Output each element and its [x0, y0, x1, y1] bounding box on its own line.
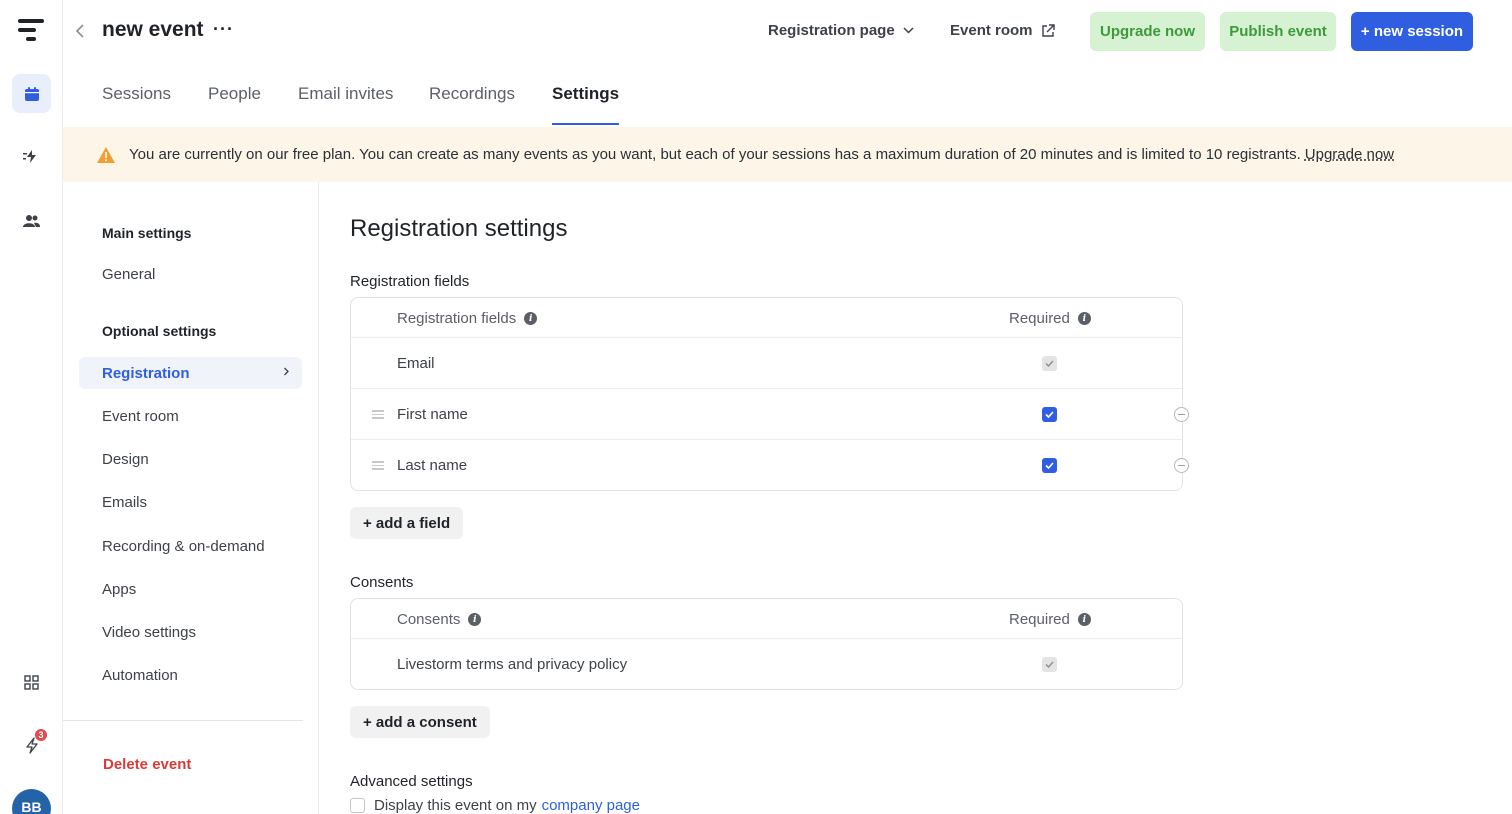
event-room-label: Event room: [950, 22, 1033, 39]
sidenav-item-recording[interactable]: Recording & on-demand: [79, 530, 302, 562]
company-page-checkbox[interactable]: [350, 798, 365, 813]
table-row: First name: [351, 388, 1189, 439]
registration-fields-table: Registration fields i Required i Email F…: [350, 297, 1189, 491]
bolt-list-icon[interactable]: [12, 137, 51, 176]
banner-text: You are currently on our free plan. You …: [129, 146, 1301, 163]
field-name: First name: [397, 406, 468, 423]
back-chevron-icon[interactable]: [75, 20, 91, 42]
more-options-button[interactable]: ···: [213, 19, 234, 40]
tab-recordings[interactable]: Recordings: [429, 84, 515, 104]
notification-count-badge: 3: [34, 728, 48, 742]
add-field-button[interactable]: + add a field: [350, 507, 464, 539]
registration-settings-panel: Registration settings Registration field…: [319, 182, 1512, 814]
required-checkbox-disabled: [1042, 356, 1057, 371]
event-title: new event: [102, 18, 204, 41]
company-page-link[interactable]: company page: [542, 797, 640, 814]
tab-sessions[interactable]: Sessions: [102, 84, 171, 104]
upgrade-now-button[interactable]: Upgrade now: [1090, 12, 1205, 51]
free-plan-banner: You are currently on our free plan. You …: [63, 127, 1512, 182]
check-icon: [1045, 411, 1054, 418]
drag-handle-icon[interactable]: [372, 461, 384, 471]
sidenav-item-design[interactable]: Design: [79, 443, 302, 475]
chevron-right-icon: [284, 367, 289, 376]
banner-upgrade-link[interactable]: Upgrade now: [1305, 146, 1394, 163]
info-icon[interactable]: i: [468, 613, 482, 626]
sidenav-divider: [63, 720, 303, 721]
required-checkbox[interactable]: [1042, 458, 1057, 473]
sidenav-item-event-room[interactable]: Event room: [79, 400, 302, 432]
page-title: Registration settings: [350, 215, 568, 242]
remove-field-icon[interactable]: [1174, 458, 1189, 473]
required-checkbox-disabled: [1042, 657, 1057, 672]
livestorm-logo-icon[interactable]: [18, 19, 44, 43]
consents-heading: Consents: [350, 574, 414, 591]
column-header-consents: Consents: [397, 611, 461, 628]
field-name: Email: [397, 355, 435, 372]
registration-page-label: Registration page: [768, 22, 895, 39]
optional-settings-heading: Optional settings: [102, 323, 217, 339]
table-header: Registration fields i Required i: [351, 298, 1182, 337]
sidenav-item-video-settings[interactable]: Video settings: [79, 616, 302, 648]
registration-fields-heading: Registration fields: [350, 273, 470, 290]
tab-settings[interactable]: Settings: [552, 84, 620, 125]
calendar-icon[interactable]: [12, 74, 51, 113]
add-consent-button[interactable]: + add a consent: [350, 706, 490, 738]
user-avatar[interactable]: BB: [12, 789, 51, 814]
table-row: Email: [351, 337, 1182, 388]
delete-event-button[interactable]: Delete event: [103, 756, 191, 773]
field-name: Last name: [397, 457, 468, 474]
advanced-settings-heading: Advanced settings: [350, 773, 473, 790]
sidenav-item-automation[interactable]: Automation: [79, 659, 302, 691]
app-rail: 3 BB: [0, 0, 63, 814]
registration-page-dropdown[interactable]: Registration page: [768, 22, 914, 39]
remove-field-icon[interactable]: [1174, 407, 1189, 422]
info-icon[interactable]: i: [1077, 312, 1091, 325]
company-page-option-label: Display this event on my: [374, 797, 537, 814]
company-page-option: Display this event on my company page: [350, 797, 640, 814]
people-icon[interactable]: [12, 201, 51, 240]
column-header-required: Required: [1009, 611, 1070, 628]
info-icon[interactable]: i: [524, 312, 538, 325]
tab-email-invites[interactable]: Email invites: [298, 84, 393, 104]
warning-icon: [97, 146, 115, 163]
check-icon: [1045, 462, 1054, 469]
column-header-required: Required: [1009, 310, 1070, 327]
info-icon[interactable]: i: [1077, 613, 1091, 626]
check-icon: [1045, 661, 1054, 668]
sidenav-item-general[interactable]: General: [79, 258, 302, 290]
external-link-icon: [1041, 23, 1055, 37]
top-bar: new event ··· Registration page Event ro…: [63, 0, 1512, 62]
consents-table: Consents i Required i Livestorm terms an…: [350, 598, 1183, 690]
column-header-fields: Registration fields: [397, 310, 517, 327]
required-checkbox[interactable]: [1042, 407, 1057, 422]
apps-grid-icon[interactable]: [12, 663, 51, 702]
consent-name: Livestorm terms and privacy policy: [397, 656, 628, 673]
drag-handle-icon[interactable]: [372, 410, 384, 420]
chevron-down-icon: [903, 27, 914, 34]
table-header: Consents i Required i: [351, 599, 1182, 638]
sidenav-item-apps[interactable]: Apps: [79, 573, 302, 605]
sidenav-item-registration[interactable]: Registration: [79, 357, 302, 389]
event-tabs: Sessions People Email invites Recordings…: [63, 62, 1512, 126]
table-row: Last name: [351, 439, 1189, 490]
table-row: Livestorm terms and privacy policy: [351, 638, 1182, 689]
check-icon: [1045, 360, 1054, 367]
main-settings-heading: Main settings: [102, 225, 192, 241]
sidenav-item-emails[interactable]: Emails: [79, 486, 302, 518]
publish-event-button[interactable]: Publish event: [1220, 12, 1336, 51]
new-session-button[interactable]: + new session: [1351, 12, 1473, 51]
settings-sidenav: Main settings General Optional settings …: [63, 182, 319, 814]
tab-people[interactable]: People: [208, 84, 261, 104]
sidenav-item-label: Registration: [102, 364, 190, 382]
event-room-link[interactable]: Event room: [950, 22, 1055, 39]
